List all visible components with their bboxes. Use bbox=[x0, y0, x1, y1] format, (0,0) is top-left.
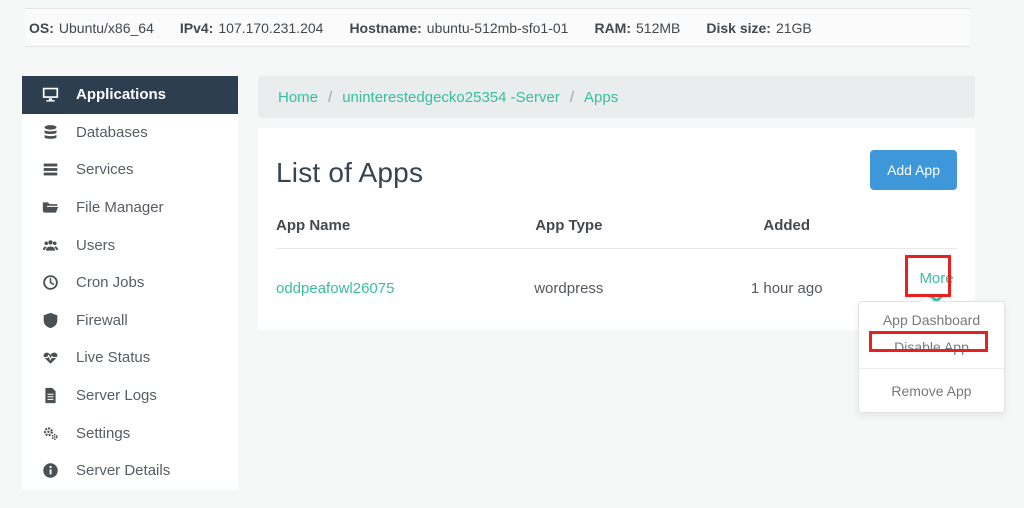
breadcrumb: Home / uninterestedgecko25354 -Server / … bbox=[258, 76, 975, 118]
hostname-label: Hostname: bbox=[349, 19, 422, 36]
sidebar-item-label: Applications bbox=[76, 86, 167, 104]
table-header-row: App Name App Type Added bbox=[276, 207, 957, 249]
breadcrumb-apps-link[interactable]: Apps bbox=[584, 89, 618, 106]
sidebar-item-label: Firewall bbox=[76, 311, 128, 329]
ram-label: RAM: bbox=[594, 19, 631, 36]
more-label: More bbox=[919, 270, 954, 287]
users-icon bbox=[41, 236, 59, 254]
os-info: OS: Ubuntu/x86_64 bbox=[29, 20, 154, 36]
sidebar-item-label: Server Details bbox=[76, 462, 171, 480]
folder-open-icon bbox=[41, 199, 59, 217]
breadcrumb-home-link[interactable]: Home bbox=[278, 89, 318, 106]
sidebar-item-applications[interactable]: Applications bbox=[22, 76, 238, 114]
panel-header: List of Apps Add App bbox=[276, 128, 957, 190]
menu-item-disable-app[interactable]: Disable App bbox=[859, 334, 1004, 361]
disk-value: 21GB bbox=[775, 19, 812, 36]
ram-value: 512MB bbox=[636, 19, 681, 36]
sidebar-item-server-details[interactable]: Server Details bbox=[22, 452, 238, 490]
sidebar-item-live-status[interactable]: Live Status bbox=[22, 339, 238, 377]
sidebar-item-label: Users bbox=[76, 236, 116, 254]
menu-item-app-dashboard[interactable]: App Dashboard bbox=[859, 307, 1004, 334]
breadcrumb-separator: / bbox=[569, 88, 574, 106]
sidebar-item-label: File Manager bbox=[76, 199, 164, 217]
sidebar-item-file-manager[interactable]: File Manager bbox=[22, 189, 238, 227]
database-icon bbox=[41, 123, 59, 141]
app-name-link[interactable]: oddpeafowl26075 bbox=[276, 280, 394, 297]
add-app-button[interactable]: Add App bbox=[870, 150, 957, 190]
disk-label: Disk size: bbox=[706, 19, 771, 36]
heartbeat-icon bbox=[41, 349, 59, 367]
apps-table: App Name App Type Added oddpeafowl26075 … bbox=[276, 207, 957, 307]
sidebar-item-users[interactable]: Users bbox=[22, 226, 238, 264]
hostname-value: ubuntu-512mb-sfo1-01 bbox=[426, 19, 569, 36]
sidebar-item-label: Cron Jobs bbox=[76, 274, 145, 292]
os-value: Ubuntu/x86_64 bbox=[58, 19, 154, 36]
table-row: oddpeafowl26075 wordpress 1 hour ago Mor… bbox=[276, 249, 957, 307]
services-icon bbox=[41, 161, 59, 179]
apps-panel: List of Apps Add App App Name App Type A… bbox=[258, 128, 975, 330]
added-cell: 1 hour ago bbox=[750, 280, 823, 297]
ipv4-info: IPv4: 107.170.231.204 bbox=[180, 20, 324, 36]
info-circle-icon bbox=[41, 462, 59, 480]
sidebar-item-settings[interactable]: Settings bbox=[22, 414, 238, 452]
column-header-added: Added bbox=[763, 217, 811, 234]
breadcrumb-server-link[interactable]: uninterestedgecko25354 -Server bbox=[342, 89, 560, 106]
sidebar-item-label: Services bbox=[76, 161, 134, 179]
file-text-icon bbox=[41, 387, 59, 405]
server-info-bar: OS: Ubuntu/x86_64 IPv4: 107.170.231.204 Ho… bbox=[25, 8, 970, 47]
disk-info: Disk size: 21GB bbox=[706, 20, 811, 36]
sidebar-item-firewall[interactable]: Firewall bbox=[22, 302, 238, 340]
column-header-app-name: App Name bbox=[276, 217, 351, 234]
menu-item-remove-app[interactable]: Remove App bbox=[859, 378, 1004, 405]
sidebar-item-label: Live Status bbox=[76, 349, 151, 367]
sidebar-item-server-logs[interactable]: Server Logs bbox=[22, 377, 238, 415]
sidebar-item-cron-jobs[interactable]: Cron Jobs bbox=[22, 264, 238, 302]
clock-icon bbox=[41, 274, 59, 292]
ram-info: RAM: 512MB bbox=[594, 20, 680, 36]
more-dropdown-menu: App Dashboard Disable App Remove App bbox=[858, 293, 1005, 413]
os-label: OS: bbox=[29, 19, 54, 36]
sidebar-item-label: Settings bbox=[76, 424, 131, 442]
shield-icon bbox=[41, 311, 59, 329]
sidebar-item-label: Databases bbox=[76, 123, 148, 141]
sidebar-item-services[interactable]: Services bbox=[22, 151, 238, 189]
sidebar-item-databases[interactable]: Databases bbox=[22, 114, 238, 152]
ipv4-label: IPv4: bbox=[179, 19, 214, 36]
page-title: List of Apps bbox=[276, 157, 424, 188]
hostname-info: Hostname: ubuntu-512mb-sfo1-01 bbox=[349, 20, 568, 36]
sidebar-item-label: Server Logs bbox=[76, 387, 157, 405]
breadcrumb-separator: / bbox=[328, 88, 333, 106]
app-type-cell: wordpress bbox=[534, 280, 604, 297]
cogs-icon bbox=[41, 424, 59, 442]
column-header-app-type: App Type bbox=[535, 217, 603, 234]
sidebar: Applications Databases Services File Man… bbox=[22, 76, 238, 490]
menu-divider bbox=[859, 368, 1004, 369]
desktop-icon bbox=[41, 86, 59, 104]
ipv4-value: 107.170.231.204 bbox=[218, 19, 324, 36]
